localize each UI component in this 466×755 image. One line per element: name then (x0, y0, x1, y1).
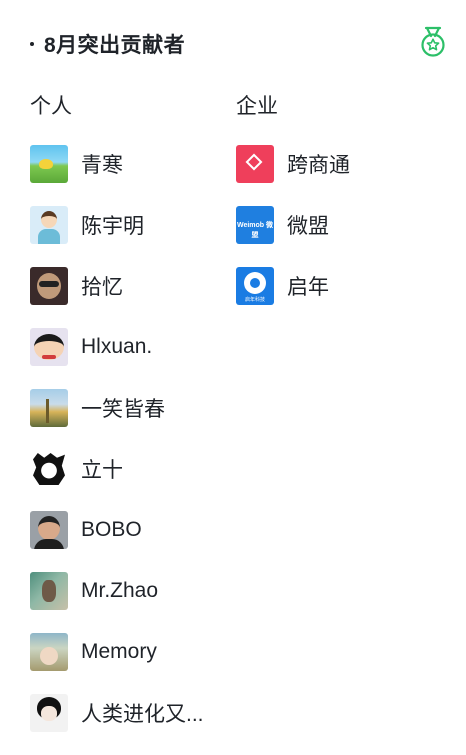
company-item[interactable]: Weimob 微盟 微盟 (236, 206, 436, 244)
avatar (30, 633, 68, 671)
person-column-heading: 个人 (30, 95, 72, 118)
person-item[interactable]: 拾忆 (30, 267, 230, 305)
person-item[interactable]: Hlxuan. (30, 328, 230, 366)
person-contributor-list: 青寒 陈宇明 拾忆 Hlxuan. 一笑皆春 立十 BOBO Mr.Zhao M… (30, 145, 230, 755)
company-contributor-list: 跨商通 Weimob 微盟 微盟 启年科技 启年 (236, 145, 436, 328)
person-name: 青寒 (81, 154, 123, 177)
avatar (30, 145, 68, 183)
avatar (30, 389, 68, 427)
avatar (30, 511, 68, 549)
page-title: 8月突出贡献者 (44, 34, 186, 57)
person-name: BOBO (81, 518, 142, 541)
logo-text: Weimob 微盟 (236, 222, 274, 239)
avatar (30, 328, 68, 366)
person-item[interactable]: Mr.Zhao (30, 572, 230, 610)
medal-star-icon (421, 26, 445, 57)
person-item[interactable]: BOBO (30, 511, 230, 549)
logo-text: 启年科技 (244, 297, 265, 303)
company-name: 跨商通 (287, 154, 350, 177)
person-item[interactable]: 青寒 (30, 145, 230, 183)
title-bullet (30, 42, 34, 46)
person-name: Hlxuan. (81, 335, 153, 358)
person-item[interactable]: 陈宇明 (30, 206, 230, 244)
company-item[interactable]: 跨商通 (236, 145, 436, 183)
avatar (30, 572, 68, 610)
company-logo: 启年科技 (236, 267, 274, 305)
person-item[interactable]: Memory (30, 633, 230, 671)
company-name: 启年 (287, 276, 329, 299)
person-item[interactable]: 一笑皆春 (30, 389, 230, 427)
company-logo (236, 145, 274, 183)
person-name: 拾忆 (81, 276, 123, 299)
company-column-heading: 企业 (236, 95, 278, 118)
company-logo: Weimob 微盟 (236, 206, 274, 244)
avatar (30, 267, 68, 305)
person-name: 立十 (81, 459, 123, 482)
avatar (30, 450, 68, 488)
person-name: 人类进化又... (81, 703, 204, 726)
person-name: 陈宇明 (81, 215, 144, 238)
company-item[interactable]: 启年科技 启年 (236, 267, 436, 305)
person-name: 一笑皆春 (81, 398, 165, 421)
avatar (30, 694, 68, 732)
person-item[interactable]: 立十 (30, 450, 230, 488)
person-name: Mr.Zhao (81, 579, 159, 602)
contributors-header: 8月突出贡献者 (0, 0, 466, 86)
avatar (30, 206, 68, 244)
company-name: 微盟 (287, 215, 329, 238)
person-name: Memory (81, 640, 157, 663)
person-item[interactable]: 人类进化又... (30, 694, 230, 732)
